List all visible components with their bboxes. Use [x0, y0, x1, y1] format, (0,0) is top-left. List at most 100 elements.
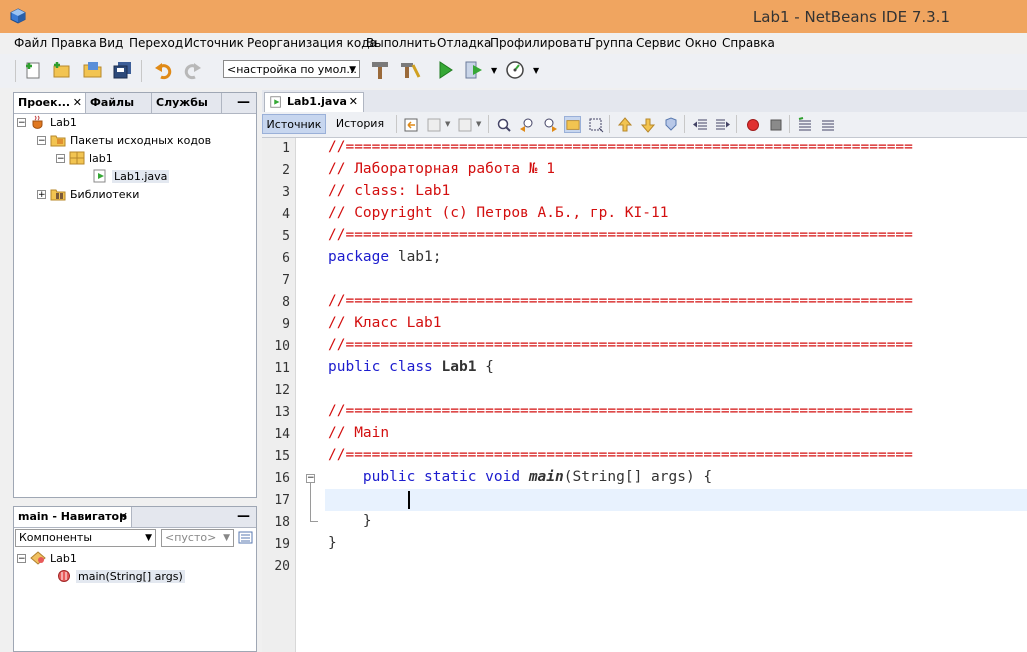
menu-profile[interactable]: Профилировать	[490, 36, 591, 50]
navigator-node-method-label: main(String[] args)	[76, 569, 185, 583]
tab-projects-label: Проек...	[18, 96, 71, 109]
menu-window[interactable]: Окно	[685, 36, 717, 50]
debug-project-button[interactable]	[462, 58, 486, 82]
main-toolbar: <настройка по умол... ▼ ▼ ▼	[0, 54, 1027, 88]
close-icon[interactable]: ✕	[73, 93, 82, 113]
find-selection-button[interactable]	[495, 116, 512, 133]
editor-tab-lab1[interactable]: Lab1.java ✕	[264, 92, 364, 112]
open-project-button[interactable]	[81, 58, 105, 82]
menu-view[interactable]: Вид	[99, 36, 123, 50]
find-previous-icon	[519, 118, 532, 132]
navigator-filter-select[interactable]: Компоненты ▼	[15, 529, 156, 547]
toolbar-separator	[141, 60, 142, 82]
navigator-options-button[interactable]	[237, 529, 254, 546]
run-project-button[interactable]	[433, 58, 457, 82]
menu-navigate[interactable]: Переход	[129, 36, 183, 50]
navigator-member-select[interactable]: <пусто> ▼	[161, 529, 234, 547]
back-dropdown-arrow-icon[interactable]: ▼	[445, 120, 450, 128]
collapse-icon[interactable]: −	[37, 135, 46, 145]
toggle-bookmark-button[interactable]	[662, 116, 679, 133]
redo-button[interactable]	[181, 58, 205, 82]
tree-node-file[interactable]: Lab1.java	[92, 169, 170, 183]
shift-left-button[interactable]	[691, 116, 708, 133]
find-previous-button[interactable]	[518, 116, 535, 133]
stop-icon	[770, 119, 781, 130]
collapse-icon[interactable]: −	[17, 553, 26, 563]
new-project-button[interactable]	[49, 58, 73, 82]
profile-dropdown-arrow-icon[interactable]: ▼	[533, 66, 539, 75]
back-button[interactable]	[425, 116, 442, 133]
code-class-name: Lab1	[441, 359, 477, 375]
debug-icon	[465, 61, 482, 79]
tab-projects[interactable]: Проек... ✕	[14, 93, 86, 113]
menu-team[interactable]: Группа	[588, 36, 633, 50]
tree-node-project[interactable]: − Lab1	[17, 115, 77, 129]
uncomment-icon	[821, 120, 834, 130]
collapse-icon[interactable]: −	[56, 153, 65, 163]
tab-services[interactable]: Службы	[152, 93, 222, 113]
save-all-button[interactable]	[111, 58, 135, 82]
navigator-node-class[interactable]: − Lab1	[17, 551, 77, 565]
clean-build-button[interactable]	[398, 58, 422, 82]
menu-source[interactable]: Источник	[184, 36, 244, 50]
package-icon	[69, 151, 85, 165]
tree-node-libraries-label: Библиотеки	[70, 187, 140, 201]
navigator-node-method[interactable]: main(String[] args)	[56, 569, 185, 583]
toggle-rectangular-selection-button[interactable]	[587, 116, 604, 133]
menu-bar: Файл Правка Вид Переход Источник Реорган…	[0, 33, 1027, 54]
tree-node-source-packages[interactable]: − Пакеты исходных кодов	[37, 133, 211, 147]
close-icon[interactable]: ✕	[349, 93, 358, 111]
tab-files[interactable]: Файлы	[86, 93, 152, 113]
profile-project-button[interactable]	[503, 58, 527, 82]
minimize-icon[interactable]: —	[237, 509, 250, 524]
menu-refactor[interactable]: Реорганизация кода	[247, 36, 377, 50]
view-tab-history[interactable]: История	[328, 114, 392, 134]
start-macro-recording-button[interactable]	[744, 116, 761, 133]
editor-toolbar: Источник История ▼ ▼	[262, 112, 1027, 138]
build-project-button[interactable]	[368, 58, 392, 82]
forward-button[interactable]	[456, 116, 473, 133]
tab-navigator[interactable]: main - Навигатор ✕	[14, 507, 132, 527]
fold-collapse-icon[interactable]: −	[306, 474, 315, 483]
tree-node-source-packages-label: Пакеты исходных кодов	[70, 133, 212, 147]
run-configuration-select[interactable]: <настройка по умол... ▼	[223, 60, 360, 78]
close-icon[interactable]: ✕	[119, 507, 128, 527]
view-tab-source[interactable]: Источник	[262, 114, 326, 134]
stop-macro-recording-button[interactable]	[767, 116, 784, 133]
menu-help[interactable]: Справка	[722, 36, 775, 50]
tree-node-package[interactable]: − lab1	[56, 151, 113, 165]
undo-button[interactable]	[151, 58, 175, 82]
previous-bookmark-button[interactable]	[616, 116, 633, 133]
menu-file[interactable]: Файл	[14, 36, 47, 50]
last-edit-button[interactable]	[402, 116, 419, 133]
clean-build-icon	[401, 63, 421, 78]
code-line: package lab1;	[328, 249, 442, 265]
tree-node-package-label: lab1	[89, 151, 113, 165]
projects-panel-tabs: Проек... ✕ Файлы Службы —	[14, 93, 256, 114]
uncomment-button[interactable]	[819, 116, 836, 133]
toggle-highlight-search-button[interactable]	[564, 116, 581, 133]
navigator-panel: main - Навигатор ✕ — Компоненты ▼ <пусто…	[13, 506, 257, 652]
menu-debug[interactable]: Отладка	[437, 36, 491, 50]
expand-icon[interactable]: +	[37, 189, 46, 199]
shift-right-button[interactable]	[714, 116, 731, 133]
code-line: }	[328, 535, 337, 551]
line-number: 13	[274, 405, 290, 420]
menu-edit[interactable]: Правка	[51, 36, 97, 50]
code-keyword: package	[328, 249, 390, 265]
new-file-button[interactable]	[21, 58, 45, 82]
find-next-button[interactable]	[541, 116, 558, 133]
comment-button[interactable]	[796, 116, 813, 133]
profiler-gauge-icon	[506, 61, 524, 79]
menu-tools[interactable]: Сервис	[636, 36, 681, 50]
last-edit-icon	[404, 118, 417, 131]
line-number: 20	[274, 559, 290, 574]
minimize-icon[interactable]: —	[237, 95, 250, 110]
forward-dropdown-arrow-icon[interactable]: ▼	[476, 120, 481, 128]
menu-run[interactable]: Выполнить	[366, 36, 436, 50]
tree-node-libraries[interactable]: + Библиотеки	[37, 187, 139, 201]
collapse-icon[interactable]: −	[17, 117, 26, 127]
debug-dropdown-arrow-icon[interactable]: ▼	[491, 66, 497, 75]
next-bookmark-button[interactable]	[639, 116, 656, 133]
code-keyword: public	[328, 359, 381, 375]
